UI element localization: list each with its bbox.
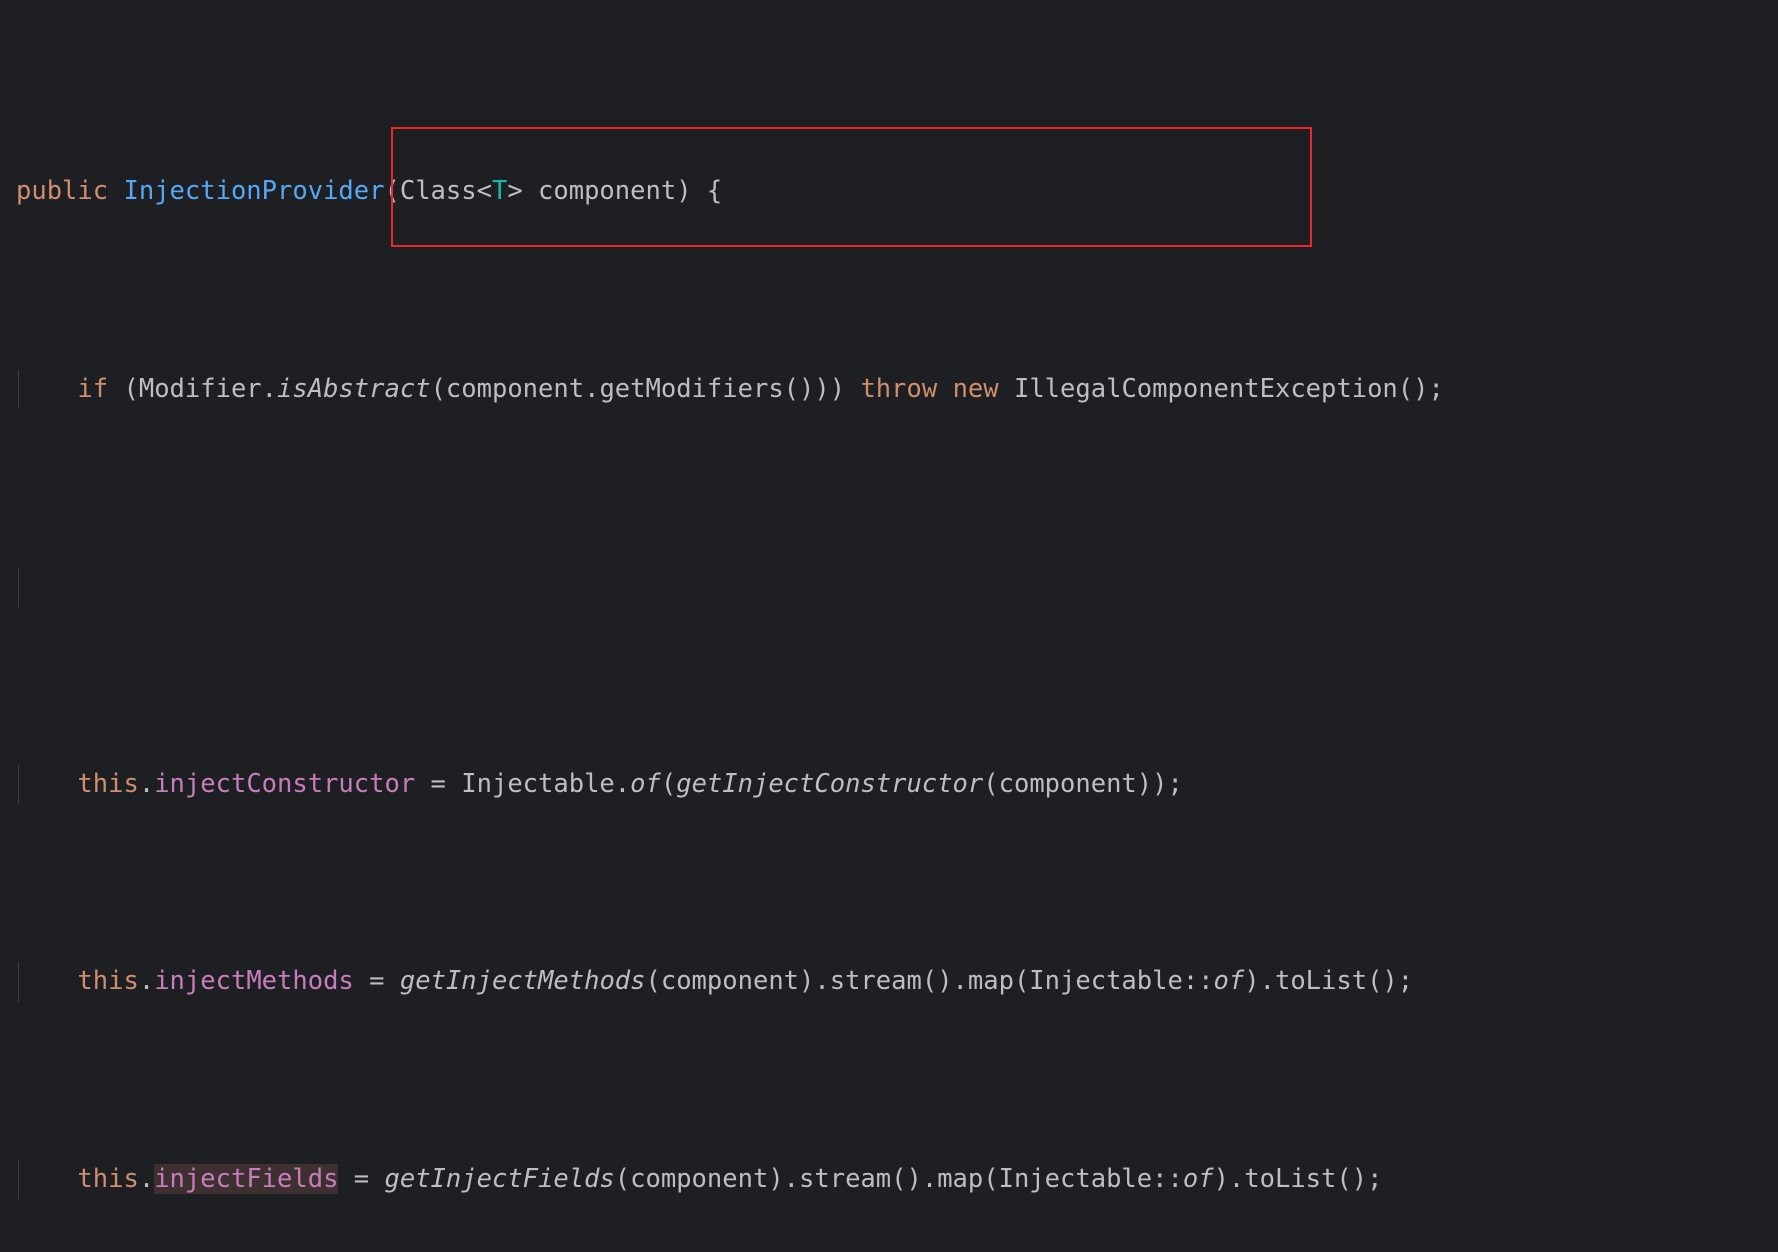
line2-part3: IllegalComponentException(); bbox=[998, 373, 1444, 404]
line2-part2: (component.getModifiers())) bbox=[430, 373, 861, 404]
line1-rest: > component) { bbox=[507, 176, 723, 206]
space-2 bbox=[937, 374, 952, 404]
dot-2: . bbox=[138, 966, 155, 996]
indent-guide bbox=[18, 962, 19, 1002]
indent-guide bbox=[18, 764, 19, 804]
code-line-4[interactable]: this.injectConstructor = Injectable.of(g… bbox=[0, 764, 1778, 804]
line4-part1: = bbox=[353, 966, 400, 996]
code-line-3-blank[interactable] bbox=[0, 567, 1778, 607]
dot-1: . bbox=[138, 768, 155, 799]
indent-2 bbox=[16, 374, 77, 404]
line5-part2: (component).stream().map(Injectable:: bbox=[614, 1163, 1183, 1194]
static-call-of-3: of bbox=[1182, 1163, 1214, 1194]
paren-open: (Class< bbox=[384, 176, 492, 206]
class-name-injectionprovider: InjectionProvider bbox=[123, 176, 385, 206]
line5-part3: ).toList(); bbox=[1213, 1163, 1383, 1194]
keyword-if: if bbox=[77, 373, 109, 404]
line3-part3: (component)); bbox=[983, 768, 1183, 799]
code-line-5[interactable]: this.injectMethods = getInjectMethods(co… bbox=[0, 962, 1778, 1002]
field-injectfields-highlighted: injectFields bbox=[154, 1163, 339, 1194]
field-injectmethods-1: injectMethods bbox=[154, 966, 354, 996]
code-line-6[interactable]: this.injectFields = getInjectFields(comp… bbox=[0, 1159, 1778, 1199]
static-call-getinjectmethods: getInjectMethods bbox=[399, 966, 646, 996]
static-call-of-1: of bbox=[630, 768, 661, 799]
indent-guide bbox=[18, 567, 19, 607]
space-1 bbox=[108, 176, 123, 206]
line3-part1: = Injectable. bbox=[415, 768, 631, 799]
static-call-getinjectconstructor: getInjectConstructor bbox=[676, 768, 984, 799]
static-call-of-2: of bbox=[1213, 966, 1245, 996]
indent-5 bbox=[16, 1164, 77, 1194]
code-editor[interactable]: public InjectionProvider(Class<T> compon… bbox=[0, 0, 1778, 1199]
code-line-2[interactable]: if (Modifier.isAbstract(component.getMod… bbox=[0, 369, 1778, 409]
line4-part3: ).toList(); bbox=[1244, 966, 1414, 996]
static-call-getinjectfields: getInjectFields bbox=[384, 1163, 615, 1194]
indent-guide bbox=[18, 369, 19, 409]
dot-3: . bbox=[138, 1163, 155, 1194]
line5-part1: = bbox=[338, 1163, 385, 1194]
keyword-new: new bbox=[952, 373, 999, 404]
keyword-this-2: this bbox=[77, 966, 139, 996]
line2-part1: (Modifier. bbox=[108, 373, 278, 404]
field-injectconstructor: injectConstructor bbox=[154, 768, 416, 799]
line3-part2: ( bbox=[660, 768, 677, 799]
keyword-this-3: this bbox=[77, 1163, 139, 1194]
code-content[interactable]: public InjectionProvider(Class<T> compon… bbox=[0, 14, 1778, 1252]
indent-guide bbox=[18, 1159, 19, 1199]
keyword-public: public bbox=[16, 176, 109, 206]
indent-4 bbox=[16, 966, 77, 996]
line4-part2: (component).stream().map(Injectable:: bbox=[645, 966, 1214, 996]
keyword-this-1: this bbox=[77, 768, 139, 799]
static-call-isabstract: isAbstract bbox=[277, 373, 431, 404]
code-line-1[interactable]: public InjectionProvider(Class<T> compon… bbox=[0, 172, 1778, 212]
type-parameter-t: T bbox=[491, 176, 508, 206]
indent-3 bbox=[16, 769, 77, 799]
keyword-throw: throw bbox=[860, 373, 938, 404]
